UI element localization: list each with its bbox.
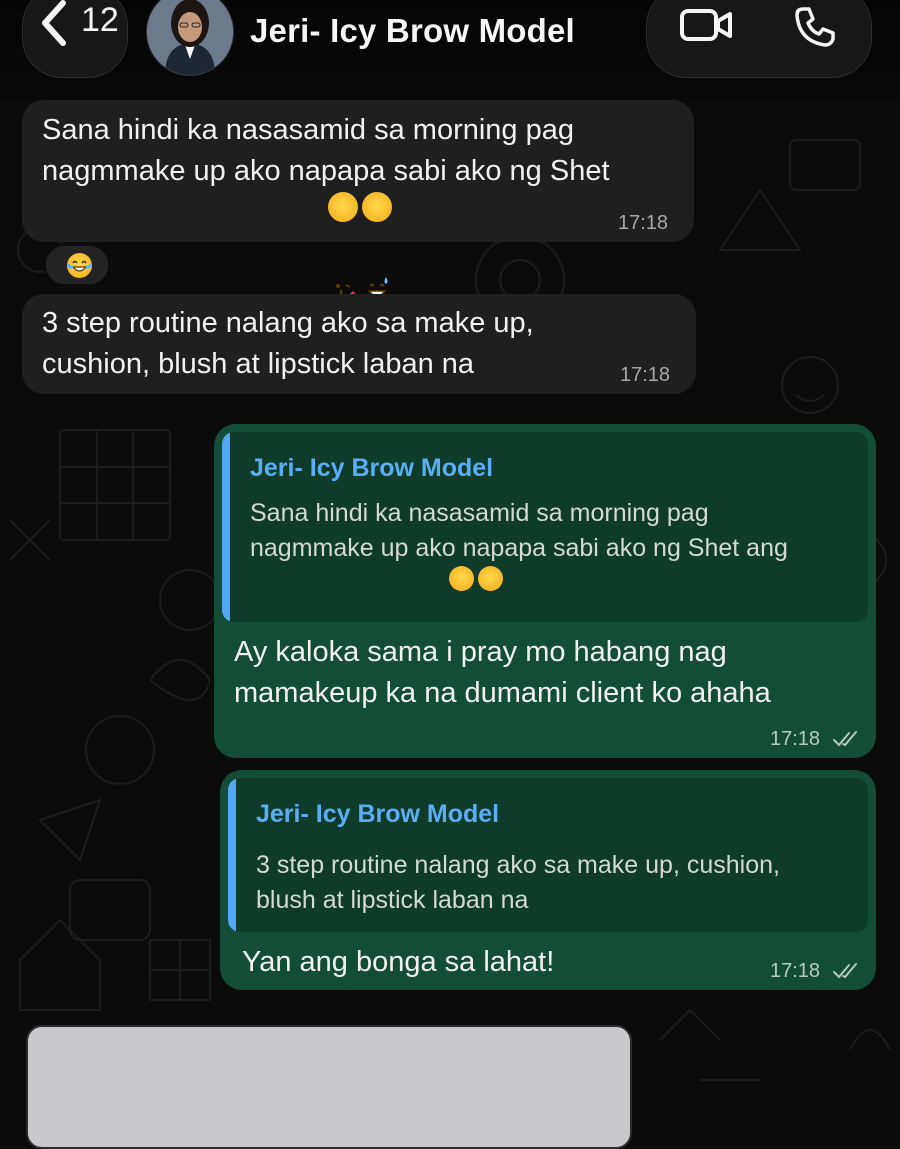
grinning-face-with-sweat-icon — [477, 566, 503, 591]
message-text: Yan ang bonga sa lahat! — [242, 946, 555, 978]
quote-text: Sana hindi ka nasasamid sa morning pag n… — [250, 496, 788, 622]
read-receipt-icon — [833, 731, 857, 747]
face-with-tears-of-joy-icon — [66, 252, 92, 278]
quote-author: Jeri- Icy Brow Model — [256, 800, 500, 828]
unread-count: 12 — [81, 1, 119, 39]
quoted-message[interactable]: Jeri- Icy Brow Model Sana hindi ka nasas… — [222, 432, 868, 622]
chevron-left-icon — [42, 0, 66, 46]
media-preview-placeholder[interactable] — [26, 1025, 632, 1149]
quote-author: Jeri- Icy Brow Model — [250, 454, 494, 482]
face-blowing-kiss-icon — [328, 192, 359, 297]
message-text: 3 step routine nalang ako sa make up, cu… — [42, 307, 534, 380]
phone-icon[interactable] — [793, 5, 837, 49]
message-time: 17:18 — [618, 212, 669, 234]
message-time: 17:18 — [770, 960, 821, 982]
contact-avatar[interactable] — [146, 0, 234, 76]
face-blowing-kiss-icon — [448, 566, 474, 591]
reaction-badge[interactable] — [44, 244, 110, 286]
incoming-message-2[interactable]: 3 step routine nalang ako sa make up, cu… — [22, 294, 696, 394]
grinning-face-with-sweat-icon — [362, 192, 393, 297]
message-time: 17:18 — [770, 728, 821, 750]
message-time: 17:18 — [620, 364, 671, 386]
read-receipt-icon — [833, 963, 857, 979]
call-actions — [646, 0, 872, 78]
incoming-message-1[interactable]: Sana hindi ka nasasamid sa morning pag n… — [22, 100, 694, 347]
contact-name[interactable]: Jeri- Icy Brow Model — [250, 12, 575, 50]
back-button[interactable]: 12 — [22, 0, 128, 78]
quote-bar — [228, 778, 236, 932]
avatar-photo — [147, 0, 233, 75]
video-call-icon[interactable] — [679, 5, 733, 45]
outgoing-message-2[interactable]: Jeri- Icy Brow Model 3 step routine nala… — [220, 770, 876, 990]
message-text: Ay kaloka sama i pray mo habang nag mama… — [234, 636, 771, 709]
quoted-message[interactable]: Jeri- Icy Brow Model 3 step routine nala… — [228, 778, 868, 932]
chat-header: 12 Jeri- Icy Brow Model — [0, 0, 900, 98]
outgoing-message-1[interactable]: Jeri- Icy Brow Model Sana hindi ka nasas… — [214, 424, 876, 758]
quote-bar — [222, 432, 230, 622]
quote-text: 3 step routine nalang ako sa make up, cu… — [256, 851, 780, 914]
